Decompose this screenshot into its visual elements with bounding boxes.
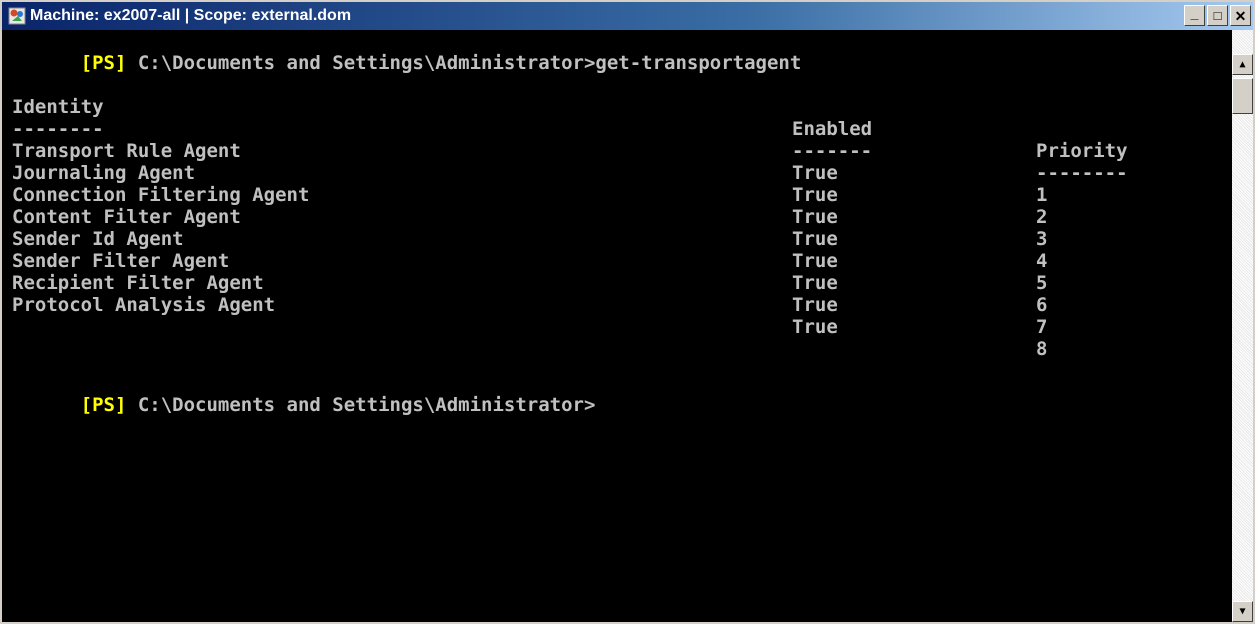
prompt-line: [PS] C:\Documents and Settings\Administr… <box>12 372 596 416</box>
table-header-underline: -------- ------- -------- <box>12 96 1208 184</box>
scroll-up-arrow-icon: ▲ <box>1239 58 1246 70</box>
prompt-tag: [PS] <box>80 394 127 416</box>
row-enabled: True <box>792 316 838 338</box>
table-row: Connection Filtering Agent True 3 <box>12 162 1208 250</box>
powershell-app-icon[interactable] <box>8 7 26 25</box>
row-priority: 7 <box>1036 316 1048 338</box>
row-identity: Protocol Analysis Agent <box>12 294 276 316</box>
command-line: [PS] C:\Documents and Settings\Administr… <box>12 30 802 74</box>
maximize-icon: □ <box>1213 8 1222 23</box>
table-row: Protocol Analysis Agent True 8 <box>12 272 1208 360</box>
scroll-thumb[interactable] <box>1232 78 1253 114</box>
row-priority: 8 <box>1036 338 1048 360</box>
prompt-path: C:\Documents and Settings\Administrator> <box>126 52 596 74</box>
table-row: Content Filter Agent True 4 <box>12 184 1208 272</box>
table-row: Journaling Agent True 2 <box>12 140 1208 228</box>
scroll-down-button[interactable]: ▼ <box>1232 601 1253 622</box>
title-bar[interactable]: Machine: ex2007-all | Scope: external.do… <box>2 2 1253 30</box>
table-row: Recipient Filter Agent True 7 <box>12 250 1208 338</box>
close-button[interactable]: ✕ <box>1230 5 1251 26</box>
console-window: Machine: ex2007-all | Scope: external.do… <box>0 0 1255 624</box>
table-row: Transport Rule Agent True 1 <box>12 118 1208 206</box>
console-output[interactable]: [PS] C:\Documents and Settings\Administr… <box>12 30 1208 622</box>
table-row: Sender Filter Agent True 6 <box>12 228 1208 316</box>
prompt-tag: [PS] <box>80 52 127 74</box>
table-row: Sender Id Agent True 5 <box>12 206 1208 294</box>
maximize-button[interactable]: □ <box>1207 5 1228 26</box>
vertical-scrollbar[interactable]: ▲ ▼ <box>1232 30 1253 622</box>
scroll-up-button[interactable]: ▲ <box>1232 54 1253 75</box>
scroll-down-arrow-icon: ▼ <box>1239 605 1246 617</box>
prompt-path: C:\Documents and Settings\Administrator> <box>126 394 596 416</box>
row-priority: 6 <box>1036 294 1048 316</box>
command-text: get-transportagent <box>595 52 802 74</box>
row-enabled: True <box>792 294 838 316</box>
table-header: Identity Enabled Priority <box>12 74 1208 162</box>
caption-buttons: _ □ ✕ <box>1184 5 1251 26</box>
minimize-button[interactable]: _ <box>1184 5 1205 26</box>
window-title: Machine: ex2007-all | Scope: external.do… <box>30 7 352 24</box>
minimize-icon: _ <box>1190 4 1199 21</box>
close-icon: ✕ <box>1234 7 1247 24</box>
